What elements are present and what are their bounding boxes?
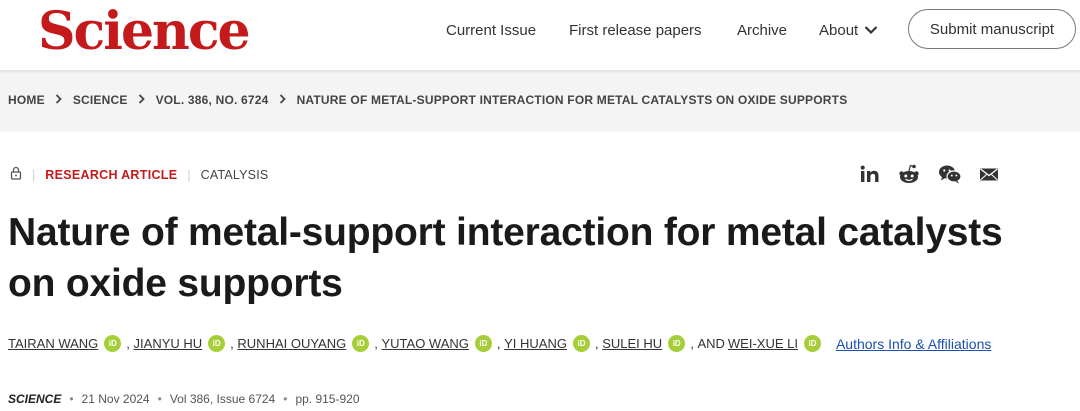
publication-date: 21 Nov 2024	[81, 392, 150, 406]
orcid-icon[interactable]: iD	[668, 335, 686, 352]
page-range: pp. 915-920	[295, 392, 360, 406]
nav-archive[interactable]: Archive	[737, 22, 787, 39]
linkedin-icon[interactable]	[860, 165, 880, 183]
science-logo[interactable]: Science	[38, 2, 251, 62]
site-header: Science Current Issue First release pape…	[0, 0, 1080, 70]
article-kicker[interactable]: RESEARCH ARTICLE	[45, 168, 177, 182]
share-icons	[860, 164, 999, 184]
author-link[interactable]: TAIRAN WANG	[8, 336, 98, 351]
orcid-icon[interactable]: iD	[572, 335, 590, 352]
breadcrumb-bar: HOME SCIENCE VOL. 386, NO. 6724 NATURE O…	[0, 70, 1080, 132]
breadcrumb-home[interactable]: HOME	[8, 93, 45, 107]
author-link[interactable]: SULEI HU	[602, 336, 662, 351]
article-title: Nature of metal-support interaction for …	[8, 211, 1003, 305]
orcid-icon[interactable]: iD	[208, 335, 226, 352]
orcid-icon[interactable]: iD	[474, 335, 492, 352]
nav-current-issue[interactable]: Current Issue	[446, 22, 536, 39]
author-separator: ,	[690, 336, 694, 351]
author-link[interactable]: RUNHAI OUYANG	[237, 336, 346, 351]
author-link[interactable]: JIANYU HU	[134, 336, 203, 351]
author-link[interactable]: YUTAO WANG	[381, 336, 468, 351]
chevron-right-icon	[55, 93, 62, 107]
nav-first-release-papers[interactable]: First release papers	[569, 22, 702, 39]
orcid-icon[interactable]: iD	[803, 335, 821, 352]
breadcrumb-current-article: NATURE OF METAL-SUPPORT INTERACTION FOR …	[296, 93, 848, 107]
author-list: TAIRAN WANG iD , JIANYU HU iD , RUNHAI O…	[8, 335, 991, 352]
breadcrumb: HOME SCIENCE VOL. 386, NO. 6724 NATURE O…	[8, 93, 847, 107]
author-separator: ,	[230, 336, 234, 351]
chevron-down-icon	[864, 26, 878, 35]
author-separator: ,	[374, 336, 378, 351]
author-link[interactable]: YI HUANG	[504, 336, 567, 351]
author-separator: ,	[594, 336, 599, 351]
reddit-icon[interactable]	[897, 164, 921, 184]
breadcrumb-volume[interactable]: VOL. 386, NO. 6724	[156, 93, 269, 107]
authors-info-affiliations-link[interactable]: Authors Info & Affiliations	[836, 336, 991, 352]
orcid-icon[interactable]: iD	[352, 335, 370, 352]
submit-manuscript-button[interactable]: Submit manuscript	[908, 9, 1076, 49]
article-meta: | RESEARCH ARTICLE | CATALYSIS	[10, 166, 268, 183]
publication-info: SCIENCE • 21 Nov 2024 • Vol 386, Issue 6…	[8, 392, 360, 406]
lock-icon	[10, 166, 22, 183]
meta-divider: |	[187, 167, 191, 182]
nav-about-dropdown[interactable]: About	[819, 22, 878, 39]
journal-name[interactable]: SCIENCE	[8, 392, 61, 406]
email-icon[interactable]	[979, 167, 999, 182]
bullet-separator: •	[283, 392, 288, 406]
author-and: AND	[697, 336, 725, 351]
bullet-separator: •	[157, 392, 162, 406]
author-link[interactable]: WEI-XUE LI	[728, 336, 798, 351]
breadcrumb-science[interactable]: SCIENCE	[73, 93, 128, 107]
author-separator: ,	[126, 336, 130, 351]
wechat-icon[interactable]	[938, 164, 962, 184]
orcid-icon[interactable]: iD	[104, 335, 122, 352]
article-subject[interactable]: CATALYSIS	[201, 168, 269, 182]
bullet-separator: •	[69, 392, 74, 406]
chevron-right-icon	[138, 93, 145, 107]
author-separator: ,	[496, 336, 501, 351]
chevron-right-icon	[279, 93, 286, 107]
volume-issue[interactable]: Vol 386, Issue 6724	[170, 392, 275, 406]
meta-divider: |	[32, 167, 36, 182]
nav-about-label: About	[819, 21, 859, 39]
